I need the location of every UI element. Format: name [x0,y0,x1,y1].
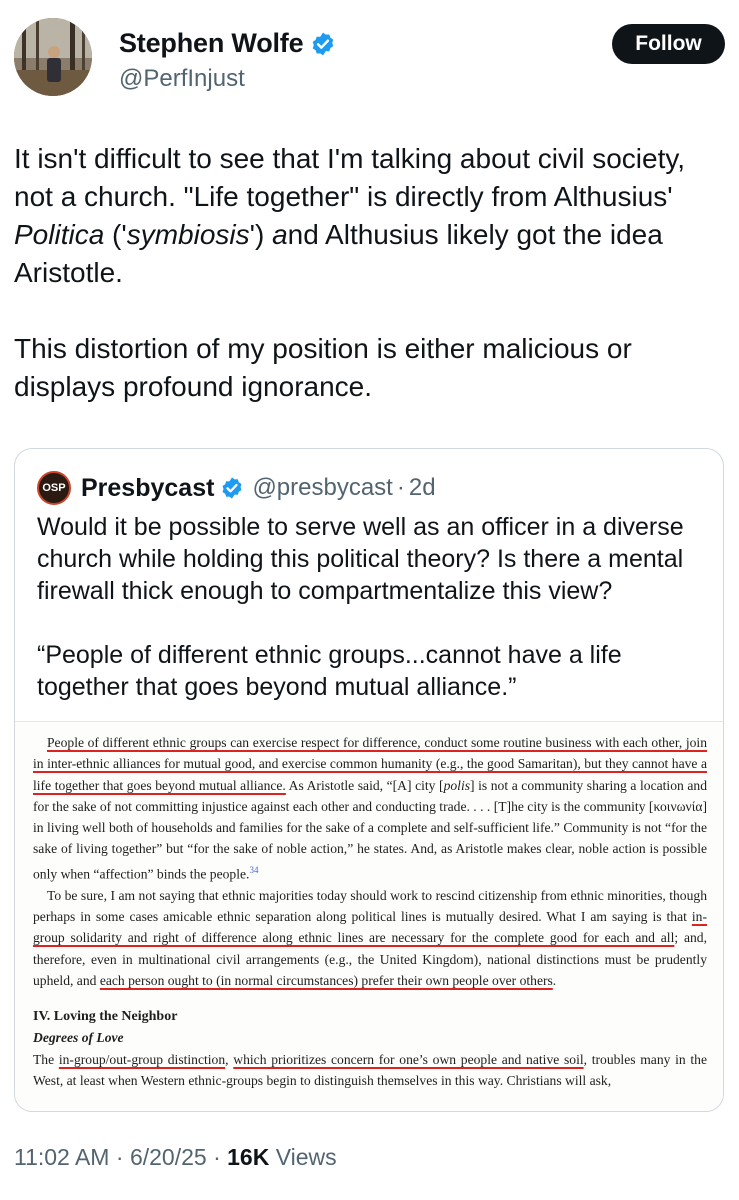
profile-photo-icon [14,18,92,96]
separator-dot: · [396,474,405,501]
excerpt-underlined: which prioritizes concern for one’s own … [233,1051,584,1067]
footnote-marker: 34 [249,864,259,875]
separator-dot: · [206,1144,228,1170]
author-name-row[interactable]: Stephen Wolfe [119,28,336,59]
excerpt-segment: . [552,972,557,988]
excerpt-segment: ] is not a community sharing a location … [33,777,707,882]
tweet-text-italic-symbiosis: symbiosis [126,219,250,250]
excerpt-paragraph-1: People of different ethnic groups can ex… [33,732,707,885]
excerpt-heading: IV. Loving the Neighbor [33,1009,178,1025]
tweet-date[interactable]: 6/20/25 [130,1144,207,1170]
excerpt-paragraph-2: To be sure, I am not saying that ethnic … [33,885,707,991]
excerpt-subheading: Degrees of Love [33,1030,124,1046]
author-handle[interactable]: @PerfInjust [119,65,245,93]
tweet-header: Stephen Wolfe @PerfInjust Follow [14,18,725,98]
separator-dot: · [109,1144,130,1170]
views-count[interactable]: 16K [227,1144,269,1170]
quoted-author-handle[interactable]: @presbycast [252,474,392,502]
tweet-text-segment: It isn't difficult to see that I'm talki… [14,143,686,212]
quoted-paragraph-2: “People of different ethnic groups...can… [37,641,622,701]
tweet-metadata: 11:02 AM · 6/20/25 · 16K Views [14,1144,337,1171]
quoted-tweet-age[interactable]: 2d [409,474,436,502]
quoted-tweet-header: OSP Presbycast @presbycast · 2d [37,471,436,505]
quoted-paragraph-1: Would it be possible to serve well as an… [37,513,684,605]
verified-badge-icon [313,32,334,55]
excerpt-segment: The [33,1051,59,1067]
excerpt-underlined: each person ought to (in normal circumst… [99,972,553,988]
excerpt-text: People of different ethnic groups can ex… [33,732,707,1091]
excerpt-underlined: in-group/out-group distinction [58,1051,226,1067]
excerpt-segment: As Aristotle said, “[A] city [ [285,777,444,793]
tweet-paragraph-1: It isn't difficult to see that I'm talki… [14,140,725,292]
quoted-media-excerpt-image[interactable]: People of different ethnic groups can ex… [15,721,723,1111]
tweet-paragraph-2: This distortion of my position is either… [14,333,632,402]
views-label: Views [269,1144,337,1170]
excerpt-paragraph-3: The in-group/out-group distinction, whic… [33,1049,707,1092]
follow-button[interactable]: Follow [612,24,725,64]
quoted-tweet-card[interactable]: OSP Presbycast @presbycast · 2d Would it… [14,448,724,1112]
quoted-tweet-body: Would it be possible to serve well as an… [37,511,707,703]
tweet-time[interactable]: 11:02 AM [14,1144,109,1170]
author-name[interactable]: Stephen Wolfe [119,28,304,59]
tweet-body: It isn't difficult to see that I'm talki… [14,140,725,406]
verified-badge-icon [222,477,242,499]
avatar[interactable] [14,18,92,96]
tweet-text-segment: (' [104,219,127,250]
tweet-text-italic-politica: Politica [14,219,105,250]
excerpt-segment: To be sure, I am not saying that ethnic … [33,887,707,924]
quoted-author-name[interactable]: Presbycast [81,474,214,503]
tweet-text-italic-a: a [272,219,288,250]
tweet-text-segment: ') [249,219,273,250]
presbycast-logo-icon[interactable]: OSP [37,471,71,505]
excerpt-italic: polis [443,777,471,793]
